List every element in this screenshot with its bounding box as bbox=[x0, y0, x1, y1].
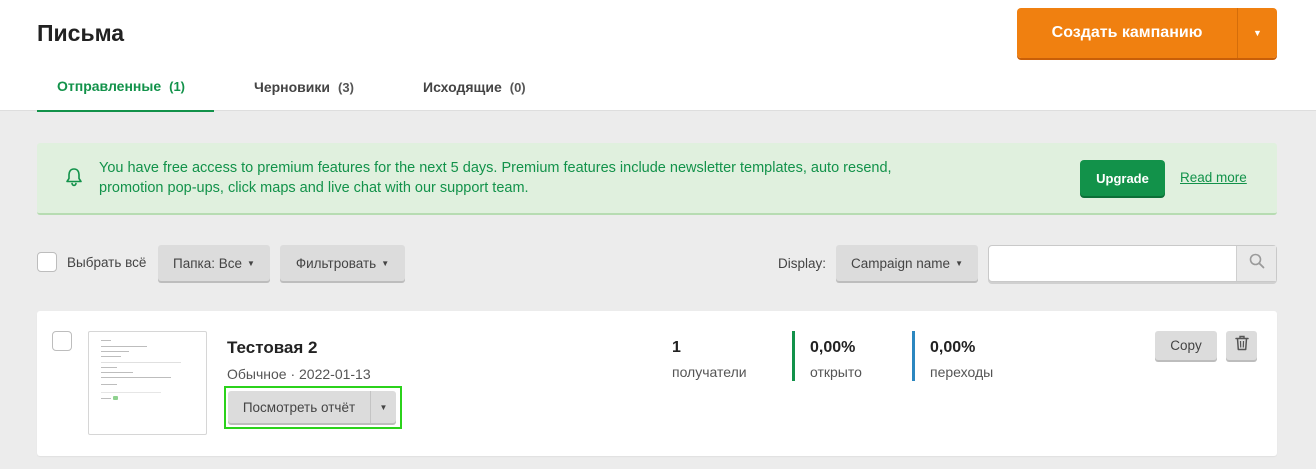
search-box bbox=[988, 245, 1277, 282]
caret-down-icon: ▼ bbox=[955, 258, 963, 268]
create-campaign-button[interactable]: Создать кампанию bbox=[1017, 8, 1238, 58]
premium-banner: You have free access to premium features… bbox=[37, 143, 1277, 215]
tab-drafts[interactable]: Черновики (3) bbox=[214, 62, 383, 112]
display-dropdown-value: Campaign name bbox=[851, 255, 951, 271]
page-title: Письма bbox=[37, 20, 125, 46]
tabs-bar: Отправленные (1) Черновики (3) Исходящие… bbox=[37, 62, 526, 112]
search-icon bbox=[1249, 253, 1265, 274]
page-header: Письма Создать кампанию ▼ Отправленные (… bbox=[0, 0, 1316, 112]
campaign-thumbnail[interactable] bbox=[88, 331, 207, 435]
stat-clicks-label: переходы bbox=[930, 364, 994, 380]
upgrade-button[interactable]: Upgrade bbox=[1080, 160, 1165, 196]
campaign-checkbox[interactable] bbox=[52, 331, 72, 351]
folder-dropdown[interactable]: Папка: Все ▼ bbox=[158, 245, 270, 281]
folder-dropdown-label: Папка: Все bbox=[173, 255, 243, 271]
search-input[interactable] bbox=[990, 247, 1236, 280]
stat-opened-value: 0,00% bbox=[810, 339, 856, 356]
caret-down-icon: ▼ bbox=[1253, 28, 1262, 38]
premium-banner-text: You have free access to premium features… bbox=[99, 160, 892, 196]
stat-recipients-value: 1 bbox=[672, 339, 681, 356]
caret-down-icon: ▼ bbox=[247, 258, 255, 268]
tab-sent-label: Отправленные bbox=[57, 78, 162, 94]
view-report-button[interactable]: Посмотреть отчёт bbox=[228, 391, 371, 423]
view-report-group: Посмотреть отчёт ▼ bbox=[228, 391, 396, 423]
stat-clicks: 0,00% переходы bbox=[912, 331, 993, 381]
trash-icon bbox=[1234, 335, 1249, 356]
campaign-card: Тестовая 2 Обычное · 2022-01-13 Посмотре… bbox=[37, 311, 1277, 456]
caret-down-icon: ▼ bbox=[379, 402, 388, 412]
stat-clicks-value: 0,00% bbox=[930, 339, 976, 356]
stat-recipients-label: получатели bbox=[672, 364, 747, 380]
tab-drafts-count: (3) bbox=[338, 79, 354, 95]
caret-down-icon: ▼ bbox=[381, 258, 390, 268]
display-label: Display: bbox=[778, 256, 827, 271]
tab-sent[interactable]: Отправленные (1) bbox=[37, 62, 214, 112]
bell-icon bbox=[65, 167, 83, 192]
campaign-name[interactable]: Тестовая 2 bbox=[227, 338, 318, 358]
select-all-label: Выбрать всё bbox=[67, 255, 147, 270]
delete-button[interactable] bbox=[1226, 331, 1257, 360]
copy-button[interactable]: Copy bbox=[1155, 331, 1217, 360]
stat-opened-label: открыто bbox=[810, 364, 862, 380]
create-campaign-group: Создать кампанию ▼ bbox=[1017, 8, 1277, 58]
read-more-link[interactable]: Read more bbox=[1180, 170, 1247, 185]
search-button[interactable] bbox=[1236, 246, 1276, 281]
select-all-checkbox[interactable] bbox=[37, 252, 57, 272]
tab-outgoing-label: Исходящие bbox=[423, 79, 502, 95]
filter-dropdown-label: Фильтровать bbox=[295, 255, 377, 271]
tab-outgoing-count: (0) bbox=[509, 79, 526, 95]
tab-outgoing[interactable]: Исходящие (0) bbox=[383, 62, 526, 112]
filter-dropdown[interactable]: Фильтровать ▼ bbox=[280, 245, 405, 281]
view-report-dropdown-button[interactable]: ▼ bbox=[371, 391, 396, 423]
stat-opened: 0,00% открыто bbox=[792, 331, 862, 381]
tab-sent-count: (1) bbox=[169, 78, 186, 94]
create-campaign-dropdown-button[interactable]: ▼ bbox=[1238, 8, 1277, 58]
tab-drafts-label: Черновики bbox=[254, 79, 331, 95]
display-dropdown[interactable]: Campaign name ▼ bbox=[836, 245, 978, 281]
campaign-meta: Обычное · 2022-01-13 bbox=[227, 366, 371, 382]
